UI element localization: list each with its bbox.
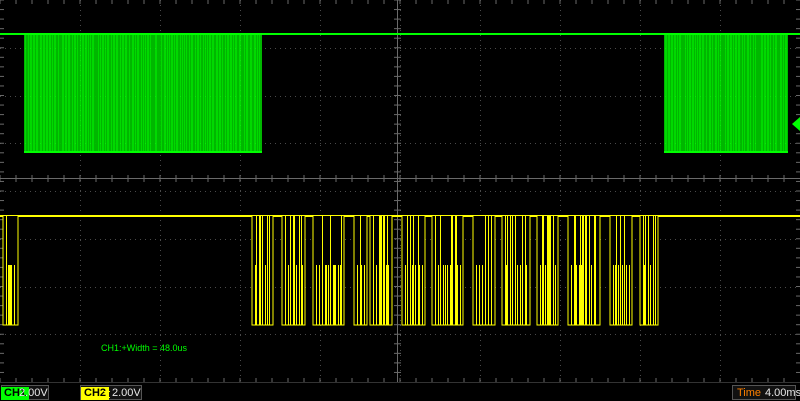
- status-bar: CH1 2.00V CH2 2.00V Time 4.00ms: [0, 382, 800, 401]
- waveform-display[interactable]: [0, 0, 800, 382]
- timebase-box[interactable]: Time 4.00ms: [732, 385, 800, 400]
- ch1-scale-box[interactable]: CH1 2.00V: [1, 385, 49, 400]
- timebase-value: 4.00ms: [765, 387, 800, 399]
- ch2-scale: 2.00V: [112, 387, 141, 399]
- ch1-scale: 2.00V: [19, 387, 48, 399]
- measurement-readout: CH1:+Width = 48.0us: [101, 343, 188, 353]
- ch2-scale-box[interactable]: CH2 2.00V: [80, 385, 142, 400]
- dc-coupling-icon: [104, 391, 110, 398]
- timebase-label: Time: [737, 387, 762, 399]
